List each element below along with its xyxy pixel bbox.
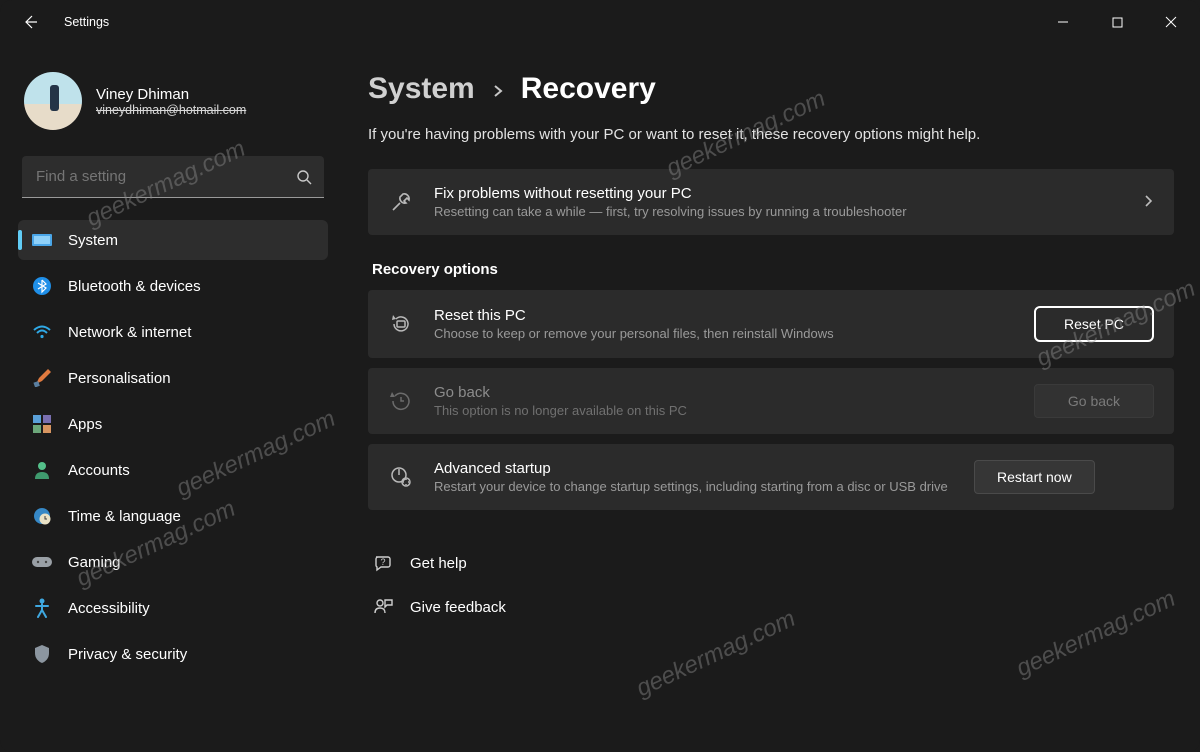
maximize-button[interactable]: [1094, 6, 1140, 38]
troubleshoot-desc: Resetting can take a while — first, try …: [434, 204, 1122, 219]
search-container: [22, 156, 324, 198]
search-icon[interactable]: [296, 169, 312, 185]
help-icon: ?: [372, 552, 394, 574]
page-title: Recovery: [521, 72, 656, 106]
sidebar-item-personalisation[interactable]: Personalisation: [18, 358, 328, 398]
sidebar-item-label: Time & language: [68, 508, 181, 525]
paintbrush-icon: [32, 368, 52, 388]
goback-desc: This option is no longer available on th…: [434, 403, 1014, 418]
minimize-icon: [1057, 16, 1069, 28]
get-help-link[interactable]: ? Get help: [368, 544, 1174, 582]
give-feedback-label: Give feedback: [410, 599, 506, 616]
sidebar: Viney Dhiman vineydhiman@hotmail.com: [0, 44, 340, 752]
breadcrumb: System Recovery: [368, 72, 1174, 106]
reset-pc-card: Reset this PC Choose to keep or remove y…: [368, 290, 1174, 358]
sidebar-item-gaming[interactable]: Gaming: [18, 542, 328, 582]
give-feedback-link[interactable]: Give feedback: [368, 588, 1174, 626]
sidebar-item-label: Privacy & security: [68, 646, 187, 663]
clock-globe-icon: [32, 506, 52, 526]
main-content: System Recovery If you're having problem…: [340, 44, 1200, 752]
troubleshoot-card[interactable]: Fix problems without resetting your PC R…: [368, 169, 1174, 235]
titlebar: Settings: [0, 0, 1200, 44]
power-gear-icon: [388, 464, 414, 490]
gamepad-icon: [32, 552, 52, 572]
troubleshoot-title: Fix problems without resetting your PC: [434, 185, 1122, 202]
advanced-title: Advanced startup: [434, 460, 954, 477]
feedback-icon: [372, 596, 394, 618]
accessibility-icon: [32, 598, 52, 618]
breadcrumb-parent[interactable]: System: [368, 72, 475, 106]
sidebar-item-label: Bluetooth & devices: [68, 278, 201, 295]
sidebar-item-label: Personalisation: [68, 370, 171, 387]
sidebar-item-accessibility[interactable]: Accessibility: [18, 588, 328, 628]
chevron-right-icon: [1142, 194, 1154, 210]
page-description: If you're having problems with your PC o…: [368, 126, 1174, 143]
reset-title: Reset this PC: [434, 307, 1014, 324]
person-icon: [32, 460, 52, 480]
profile-block[interactable]: Viney Dhiman vineydhiman@hotmail.com: [16, 44, 330, 148]
go-back-card: Go back This option is no longer availab…: [368, 368, 1174, 434]
sidebar-item-apps[interactable]: Apps: [18, 404, 328, 444]
history-icon: [388, 388, 414, 414]
reset-desc: Choose to keep or remove your personal f…: [434, 326, 1014, 341]
sidebar-item-label: Gaming: [68, 554, 121, 571]
svg-text:?: ?: [380, 557, 385, 567]
profile-name: Viney Dhiman: [96, 86, 246, 103]
sidebar-item-network[interactable]: Network & internet: [18, 312, 328, 352]
sidebar-item-label: Network & internet: [68, 324, 191, 341]
back-arrow-icon: [22, 14, 38, 30]
get-help-label: Get help: [410, 555, 467, 572]
shield-icon: [32, 644, 52, 664]
chevron-right-icon: [491, 84, 505, 101]
nav-list: System Bluetooth & devices Network & int…: [16, 218, 330, 676]
sidebar-item-bluetooth[interactable]: Bluetooth & devices: [18, 266, 328, 306]
search-input[interactable]: [22, 156, 324, 198]
reset-icon: [388, 311, 414, 337]
restart-now-button[interactable]: Restart now: [974, 460, 1095, 494]
system-icon: [32, 230, 52, 250]
apps-icon: [32, 414, 52, 434]
goback-title: Go back: [434, 384, 1014, 401]
sidebar-item-label: Apps: [68, 416, 102, 433]
settings-window: Settings Viney Dhiman vineydhiman@hotmai…: [0, 0, 1200, 752]
advanced-startup-card: Advanced startup Restart your device to …: [368, 444, 1174, 510]
go-back-button: Go back: [1034, 384, 1154, 418]
sidebar-item-privacy[interactable]: Privacy & security: [18, 634, 328, 674]
sidebar-item-label: Accounts: [68, 462, 130, 479]
profile-email: vineydhiman@hotmail.com: [96, 103, 246, 117]
close-icon: [1165, 16, 1177, 28]
sidebar-item-time[interactable]: Time & language: [18, 496, 328, 536]
window-title: Settings: [64, 15, 109, 29]
sidebar-item-system[interactable]: System: [18, 220, 328, 260]
section-heading-recovery: Recovery options: [372, 261, 1174, 278]
close-button[interactable]: [1148, 6, 1194, 38]
maximize-icon: [1112, 17, 1123, 28]
minimize-button[interactable]: [1040, 6, 1086, 38]
sidebar-item-accounts[interactable]: Accounts: [18, 450, 328, 490]
sidebar-item-label: Accessibility: [68, 600, 150, 617]
back-button[interactable]: [12, 4, 48, 40]
avatar: [24, 72, 82, 130]
wifi-icon: [32, 322, 52, 342]
reset-pc-button[interactable]: Reset PC: [1034, 306, 1154, 342]
advanced-desc: Restart your device to change startup se…: [434, 479, 954, 494]
bluetooth-icon: [32, 276, 52, 296]
wrench-icon: [388, 189, 414, 215]
sidebar-item-label: System: [68, 232, 118, 249]
